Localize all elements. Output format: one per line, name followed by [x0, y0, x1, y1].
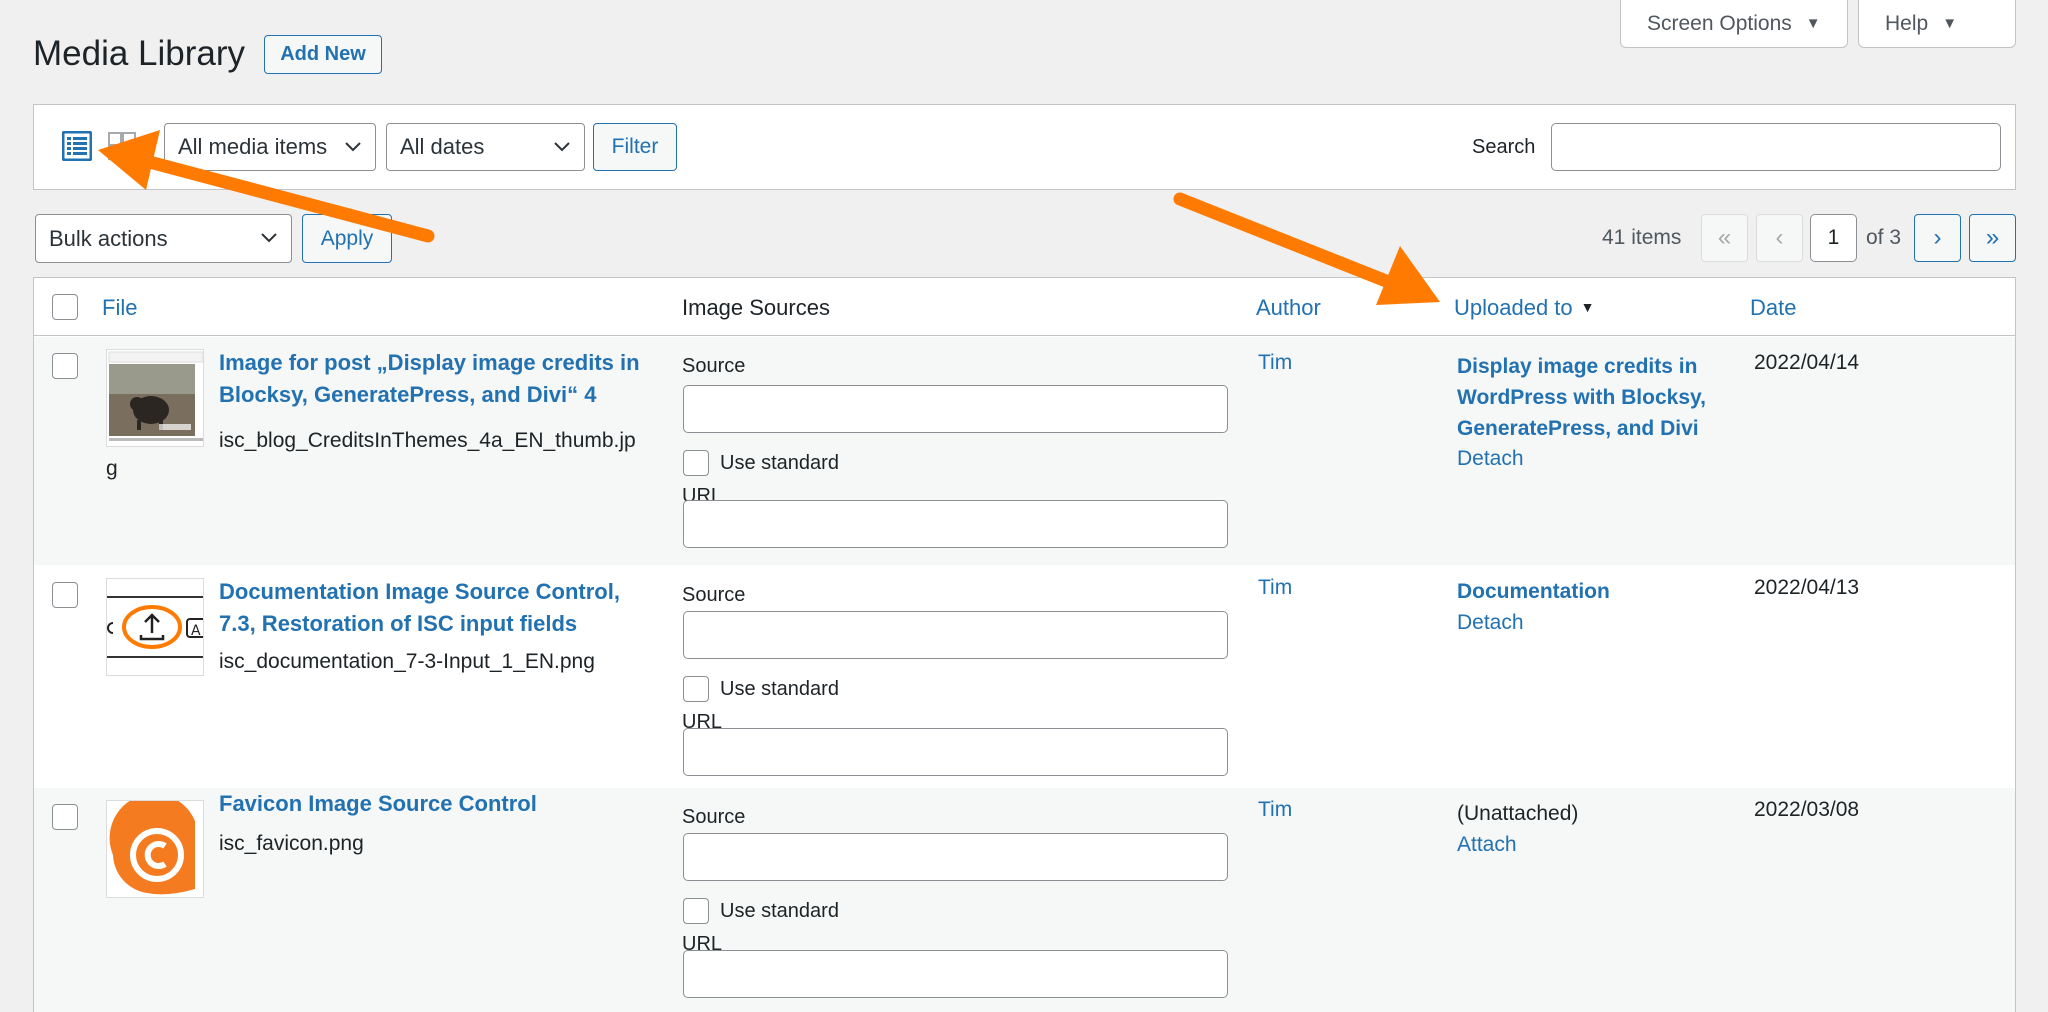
table-row: Image for post „Display image credits in…	[34, 337, 2015, 565]
chevron-down-icon	[259, 227, 279, 247]
source-input[interactable]	[683, 611, 1228, 659]
row-checkbox[interactable]	[52, 353, 78, 379]
screen-options-button[interactable]: Screen Options ▼	[1620, 0, 1848, 48]
table-row: Favicon Image Source Control isc_favicon…	[34, 788, 2015, 1012]
media-thumbnail[interactable]	[106, 349, 204, 447]
column-uploaded-to[interactable]: Uploaded to ▼	[1454, 295, 1595, 321]
sort-desc-icon: ▼	[1581, 299, 1595, 315]
use-standard-checkbox[interactable]	[683, 898, 709, 924]
use-standard-checkbox[interactable]	[683, 676, 709, 702]
current-page-input[interactable]: 1	[1810, 214, 1857, 262]
table-header: File Image Sources Author Uploaded to ▼ D…	[34, 278, 2015, 336]
media-toolbar: All media items All dates Filter Search	[33, 104, 2016, 190]
use-standard-label: Use standard	[720, 452, 839, 475]
media-title-link[interactable]: Image for post „Display image credits in…	[219, 347, 659, 411]
upload-date: 2022/04/14	[1754, 351, 1859, 375]
url-input[interactable]	[683, 500, 1228, 548]
source-input[interactable]	[683, 833, 1228, 881]
media-type-select[interactable]: All media items	[164, 123, 376, 171]
favicon-thumbnail-image	[107, 801, 204, 898]
media-thumbnail[interactable]	[106, 800, 204, 898]
chevron-down-icon	[343, 136, 363, 156]
url-input[interactable]	[683, 950, 1228, 998]
upload-date: 2022/04/13	[1754, 576, 1859, 600]
column-date[interactable]: Date	[1750, 295, 1796, 321]
column-file[interactable]: File	[102, 295, 137, 321]
apply-button[interactable]: Apply	[302, 214, 392, 263]
url-input[interactable]	[683, 728, 1228, 776]
credits-thumbnail-image	[107, 350, 204, 447]
media-thumbnail[interactable]: A	[106, 578, 204, 676]
author-link[interactable]: Tim	[1258, 351, 1292, 375]
source-label: Source	[682, 584, 745, 607]
grid-view-icon[interactable]	[107, 131, 137, 161]
chevron-down-icon	[552, 136, 572, 156]
source-label: Source	[682, 806, 745, 829]
add-new-button[interactable]: Add New	[264, 35, 382, 74]
row-checkbox[interactable]	[52, 804, 78, 830]
list-view-icon[interactable]	[62, 131, 92, 161]
use-standard-label: Use standard	[720, 900, 839, 923]
select-all-checkbox[interactable]	[52, 294, 78, 320]
caret-down-icon: ▼	[1806, 15, 1821, 32]
detach-link[interactable]: Detach	[1457, 447, 1524, 471]
source-label: Source	[682, 355, 745, 378]
total-pages-label: of 3	[1866, 226, 1901, 250]
column-image-sources: Image Sources	[682, 295, 830, 321]
caret-down-icon: ▼	[1942, 15, 1957, 32]
date-value: All dates	[400, 134, 484, 160]
author-link[interactable]: Tim	[1258, 576, 1292, 600]
help-button[interactable]: Help ▼	[1858, 0, 2016, 48]
svg-text:A: A	[191, 623, 201, 639]
previous-page-button: ‹	[1756, 214, 1803, 262]
use-standard-label: Use standard	[720, 678, 839, 701]
screen-options-label: Screen Options	[1647, 12, 1792, 36]
last-page-button[interactable]: »	[1969, 214, 2016, 262]
media-title-link[interactable]: Documentation Image Source Control, 7.3,…	[219, 576, 659, 640]
media-filename: isc_favicon.png	[219, 828, 364, 860]
author-link[interactable]: Tim	[1258, 798, 1292, 822]
next-page-button[interactable]: ›	[1914, 214, 1961, 262]
upload-date: 2022/03/08	[1754, 798, 1859, 822]
bulk-actions-value: Bulk actions	[49, 226, 168, 252]
help-label: Help	[1885, 12, 1928, 36]
items-count: 41 items	[1602, 226, 1681, 250]
media-filename: isc_documentation_7-3-Input_1_EN.png	[219, 646, 595, 678]
use-standard-checkbox[interactable]	[683, 450, 709, 476]
media-table: File Image Sources Author Uploaded to ▼ D…	[33, 277, 2016, 1012]
row-checkbox[interactable]	[52, 582, 78, 608]
column-author[interactable]: Author	[1256, 295, 1321, 321]
media-filename: isc_blog_CreditsInThemes_4a_EN_thumb.jp	[219, 425, 636, 457]
uploaded-to-link[interactable]: Display image credits in WordPress with …	[1457, 351, 1727, 444]
first-page-button: «	[1701, 214, 1748, 262]
date-select[interactable]: All dates	[386, 123, 585, 171]
screen-meta-links: Screen Options ▼ Help ▼	[1620, 0, 2016, 48]
search-label: Search	[1472, 136, 1535, 159]
table-row: A Documentation Image Source Control, 7.…	[34, 566, 2015, 787]
page-title: Media Library	[33, 34, 245, 74]
attach-link[interactable]: Attach	[1457, 833, 1517, 857]
search-input[interactable]	[1551, 123, 2001, 171]
detach-link[interactable]: Detach	[1457, 611, 1524, 635]
uploaded-to-link[interactable]: Documentation	[1457, 576, 1727, 607]
upload-thumbnail-image: A	[107, 579, 204, 676]
bulk-actions-select[interactable]: Bulk actions	[35, 214, 292, 263]
column-uploaded-to-label: Uploaded to	[1454, 295, 1573, 320]
media-title-link[interactable]: Favicon Image Source Control	[219, 788, 659, 820]
media-type-value: All media items	[178, 134, 327, 160]
source-input[interactable]	[683, 385, 1228, 433]
filter-button[interactable]: Filter	[593, 123, 677, 171]
media-filename-wrap: g	[106, 453, 118, 485]
unattached-label: (Unattached)	[1457, 798, 1578, 829]
